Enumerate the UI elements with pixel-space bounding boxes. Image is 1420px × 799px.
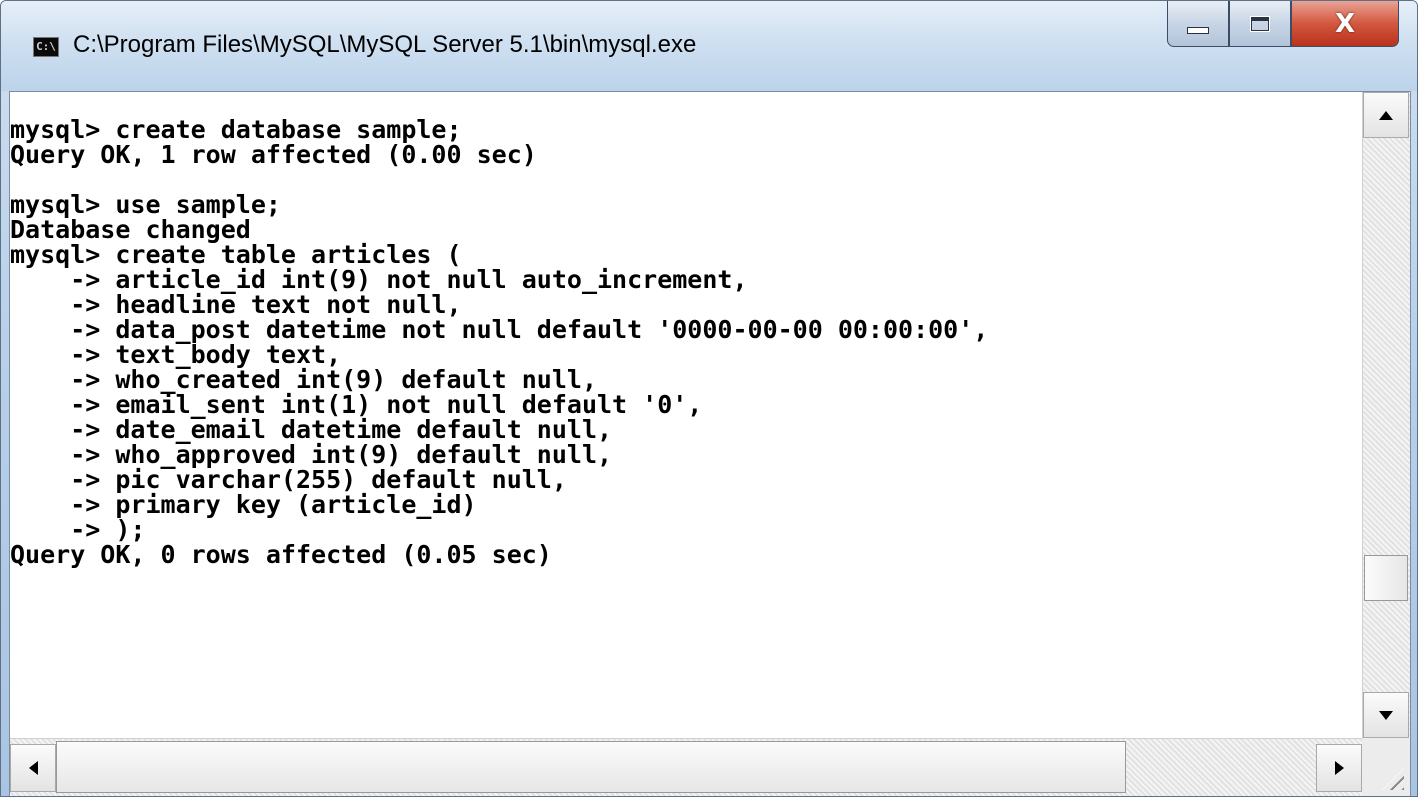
console-window: C:\ C:\Program Files\MySQL\MySQL Server … [0, 0, 1418, 797]
arrow-down-icon [1379, 710, 1393, 720]
console-line: Query OK, 1 row affected (0.00 sec) [10, 140, 537, 169]
title-bar[interactable]: C:\ C:\Program Files\MySQL\MySQL Server … [1, 1, 1417, 91]
vertical-scrollbar[interactable] [1362, 92, 1410, 738]
console-line: Query OK, 0 rows affected (0.05 sec) [10, 540, 552, 569]
resize-grip-icon [1382, 768, 1404, 790]
console-line: mysql> create database sample; [10, 115, 462, 144]
maximize-button[interactable] [1229, 1, 1291, 47]
close-button[interactable]: X [1291, 1, 1399, 47]
window-title: C:\Program Files\MySQL\MySQL Server 5.1\… [73, 31, 697, 58]
console-line: -> date_email datetime default null, [10, 415, 613, 444]
minimize-icon [1187, 27, 1209, 34]
scroll-up-button[interactable] [1363, 92, 1409, 138]
console-line: -> ); [10, 515, 146, 544]
console-line: -> email_sent int(1) not null default '0… [10, 390, 703, 419]
console-client-area: mysql> create database sample; Query OK, … [9, 91, 1411, 796]
caption-buttons: X [1167, 1, 1399, 47]
minimize-button[interactable] [1167, 1, 1229, 47]
maximize-icon [1250, 15, 1270, 32]
console-output[interactable]: mysql> create database sample; Query OK, … [10, 92, 1362, 738]
close-icon: X [1334, 8, 1356, 39]
console-line: -> who_created int(9) default null, [10, 365, 597, 394]
vertical-scroll-thumb[interactable] [1364, 554, 1408, 601]
console-line: -> data_post datetime not null default '… [10, 315, 989, 344]
arrow-left-icon [28, 761, 38, 775]
console-line: mysql> create table articles ( [10, 240, 462, 269]
console-line: -> text_body text, [10, 340, 342, 369]
horizontal-scrollbar[interactable] [10, 738, 1362, 796]
console-line: mysql> use sample; [10, 190, 281, 219]
console-line: Database changed [10, 215, 251, 244]
console-line: -> pic varchar(255) default null, [10, 465, 567, 494]
console-line: -> primary key (article_id) [10, 490, 477, 519]
scroll-left-button[interactable] [10, 744, 56, 792]
scroll-down-button[interactable] [1363, 692, 1409, 738]
console-line: -> headline text not null, [10, 290, 462, 319]
horizontal-scroll-thumb[interactable] [56, 741, 1126, 793]
cmd-console-icon[interactable]: C:\ [33, 37, 59, 57]
console-line: -> who_approved int(9) default null, [10, 440, 613, 469]
arrow-right-icon [1334, 761, 1344, 775]
size-grip[interactable] [1362, 738, 1410, 796]
console-line: -> article_id int(9) not null auto_incre… [10, 265, 748, 294]
scroll-right-button[interactable] [1316, 744, 1362, 792]
arrow-up-icon [1379, 110, 1393, 120]
